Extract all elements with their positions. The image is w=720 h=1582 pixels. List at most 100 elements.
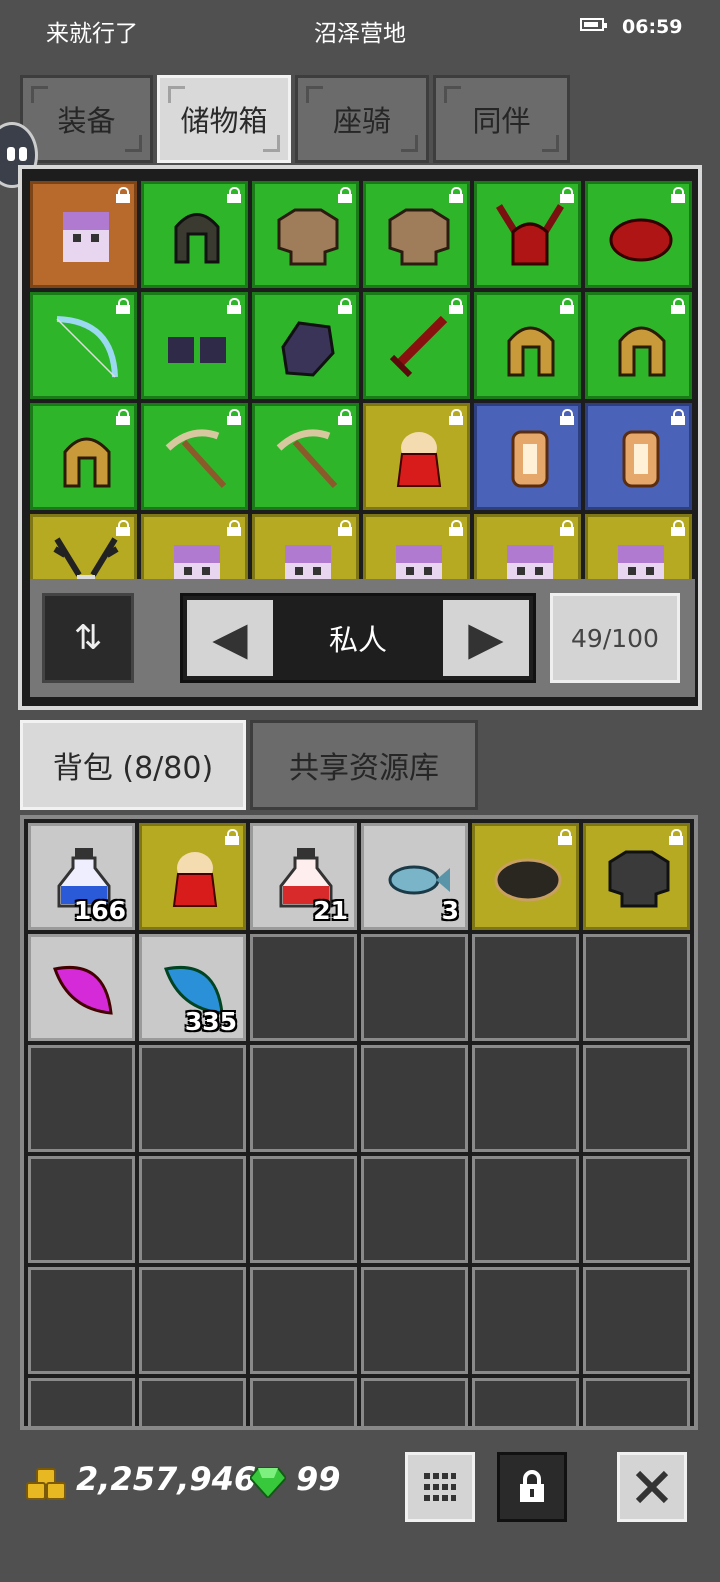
helmet-icon: [162, 202, 232, 272]
empty-bag-slot[interactable]: [472, 1378, 579, 1426]
empty-bag-slot[interactable]: [361, 1378, 468, 1426]
empty-bag-slot[interactable]: [139, 1378, 246, 1426]
storage-slot[interactable]: [474, 181, 581, 288]
storage-slot[interactable]: [141, 403, 248, 510]
lock-icon: [338, 409, 352, 425]
storage-slot[interactable]: [252, 292, 359, 399]
empty-bag-slot[interactable]: [361, 1045, 468, 1152]
dark-boots-icon: [162, 313, 232, 383]
empty-bag-slot[interactable]: [472, 934, 579, 1041]
pickaxe-icon: [162, 424, 232, 494]
storage-slot[interactable]: [30, 181, 137, 288]
lock-icon: [116, 187, 130, 203]
gem-amount: 99: [296, 1460, 341, 1498]
lock-icon: [520, 1470, 544, 1502]
storage-slot[interactable]: [474, 292, 581, 399]
empty-bag-slot[interactable]: [472, 1156, 579, 1263]
empty-bag-slot[interactable]: [28, 1378, 135, 1426]
cape-icon: [160, 844, 230, 914]
empty-bag-slot[interactable]: [472, 1267, 579, 1374]
item-count: 335: [184, 1007, 237, 1036]
storage-slot[interactable]: [141, 292, 248, 399]
empty-bag-slot[interactable]: [250, 1156, 357, 1263]
empty-bag-slot[interactable]: [472, 1045, 579, 1152]
empty-bag-slot[interactable]: [583, 1156, 690, 1263]
item-count: 3: [441, 896, 459, 925]
bow-icon: [51, 313, 121, 383]
storage-slot[interactable]: [363, 514, 470, 587]
storage-slot[interactable]: [474, 403, 581, 510]
storage-slot[interactable]: [141, 514, 248, 587]
lock-icon: [560, 409, 574, 425]
empty-bag-slot[interactable]: [139, 1267, 246, 1374]
empty-bag-slot[interactable]: [583, 1045, 690, 1152]
prev-page-button[interactable]: ◀: [187, 600, 273, 676]
empty-bag-slot[interactable]: [139, 1045, 246, 1152]
storage-slot[interactable]: [585, 292, 692, 399]
lock-icon: [449, 520, 463, 536]
storage-slot[interactable]: [474, 514, 581, 587]
lock-icon: [338, 520, 352, 536]
storage-slot[interactable]: [363, 292, 470, 399]
storage-slot[interactable]: [363, 403, 470, 510]
storage-slot[interactable]: [30, 292, 137, 399]
empty-bag-slot[interactable]: [583, 934, 690, 1041]
empty-bag-slot[interactable]: [583, 1267, 690, 1374]
bag-slot[interactable]: [472, 823, 579, 930]
empty-bag-slot[interactable]: [250, 1267, 357, 1374]
red-sword-icon: [384, 313, 454, 383]
storage-slot[interactable]: [252, 514, 359, 587]
empty-bag-slot[interactable]: [361, 934, 468, 1041]
empty-bag-slot[interactable]: [361, 1156, 468, 1263]
item-count: 166: [73, 896, 126, 925]
storage-slot[interactable]: [30, 403, 137, 510]
sort-button[interactable]: ⇅: [42, 593, 134, 683]
storage-grid: [30, 181, 695, 587]
storage-capacity[interactable]: 49/100: [550, 593, 680, 683]
tab-shared-storage[interactable]: 共享资源库: [250, 720, 478, 810]
close-button[interactable]: [617, 1452, 687, 1522]
bag-slot[interactable]: [583, 823, 690, 930]
tab-backpack[interactable]: 背包 (8/80): [20, 720, 246, 810]
empty-bag-slot[interactable]: [250, 1378, 357, 1426]
storage-slot[interactable]: [252, 403, 359, 510]
grid-view-button[interactable]: [405, 1452, 475, 1522]
storage-slot[interactable]: [585, 181, 692, 288]
empty-bag-slot[interactable]: [28, 1045, 135, 1152]
empty-bag-slot[interactable]: [361, 1267, 468, 1374]
storage-slot[interactable]: [585, 514, 692, 587]
tab-mount[interactable]: 座骑: [295, 75, 429, 163]
bag-slot[interactable]: 166: [28, 823, 135, 930]
empty-bag-slot[interactable]: [250, 934, 357, 1041]
footer-bar: 2,257,946 99: [0, 1440, 720, 1550]
tab-companion[interactable]: 同伴: [433, 75, 570, 163]
empty-bag-slot[interactable]: [583, 1378, 690, 1426]
cape-icon: [384, 424, 454, 494]
dark-chest-armor-icon: [604, 844, 674, 914]
bag-slot[interactable]: [139, 823, 246, 930]
bag-slot[interactable]: 335: [139, 934, 246, 1041]
empty-bag-slot[interactable]: [28, 1267, 135, 1374]
next-page-button[interactable]: ▶: [443, 600, 529, 676]
storage-slot[interactable]: [585, 403, 692, 510]
storage-slot[interactable]: [252, 181, 359, 288]
lock-icon: [671, 520, 685, 536]
bag-slot[interactable]: [28, 934, 135, 1041]
bag-slot[interactable]: 3: [361, 823, 468, 930]
empty-bag-slot[interactable]: [250, 1045, 357, 1152]
tab-label: 背包 (8/80): [52, 751, 214, 786]
tab-equipment[interactable]: 装备: [20, 75, 153, 163]
lock-icon: [671, 187, 685, 203]
storage-slot[interactable]: [363, 181, 470, 288]
storage-slot[interactable]: [141, 181, 248, 288]
lock-icon: [560, 187, 574, 203]
arrow-right-icon: ▶: [468, 611, 504, 665]
tab-storage[interactable]: 储物箱: [157, 75, 291, 163]
bag-slot[interactable]: 21: [250, 823, 357, 930]
storage-slot[interactable]: [30, 514, 137, 587]
empty-bag-slot[interactable]: [139, 1156, 246, 1263]
lock-button[interactable]: [497, 1452, 567, 1522]
empty-bag-slot[interactable]: [28, 1156, 135, 1263]
battery-icon: [580, 18, 607, 31]
gold-helmet-icon: [495, 313, 565, 383]
